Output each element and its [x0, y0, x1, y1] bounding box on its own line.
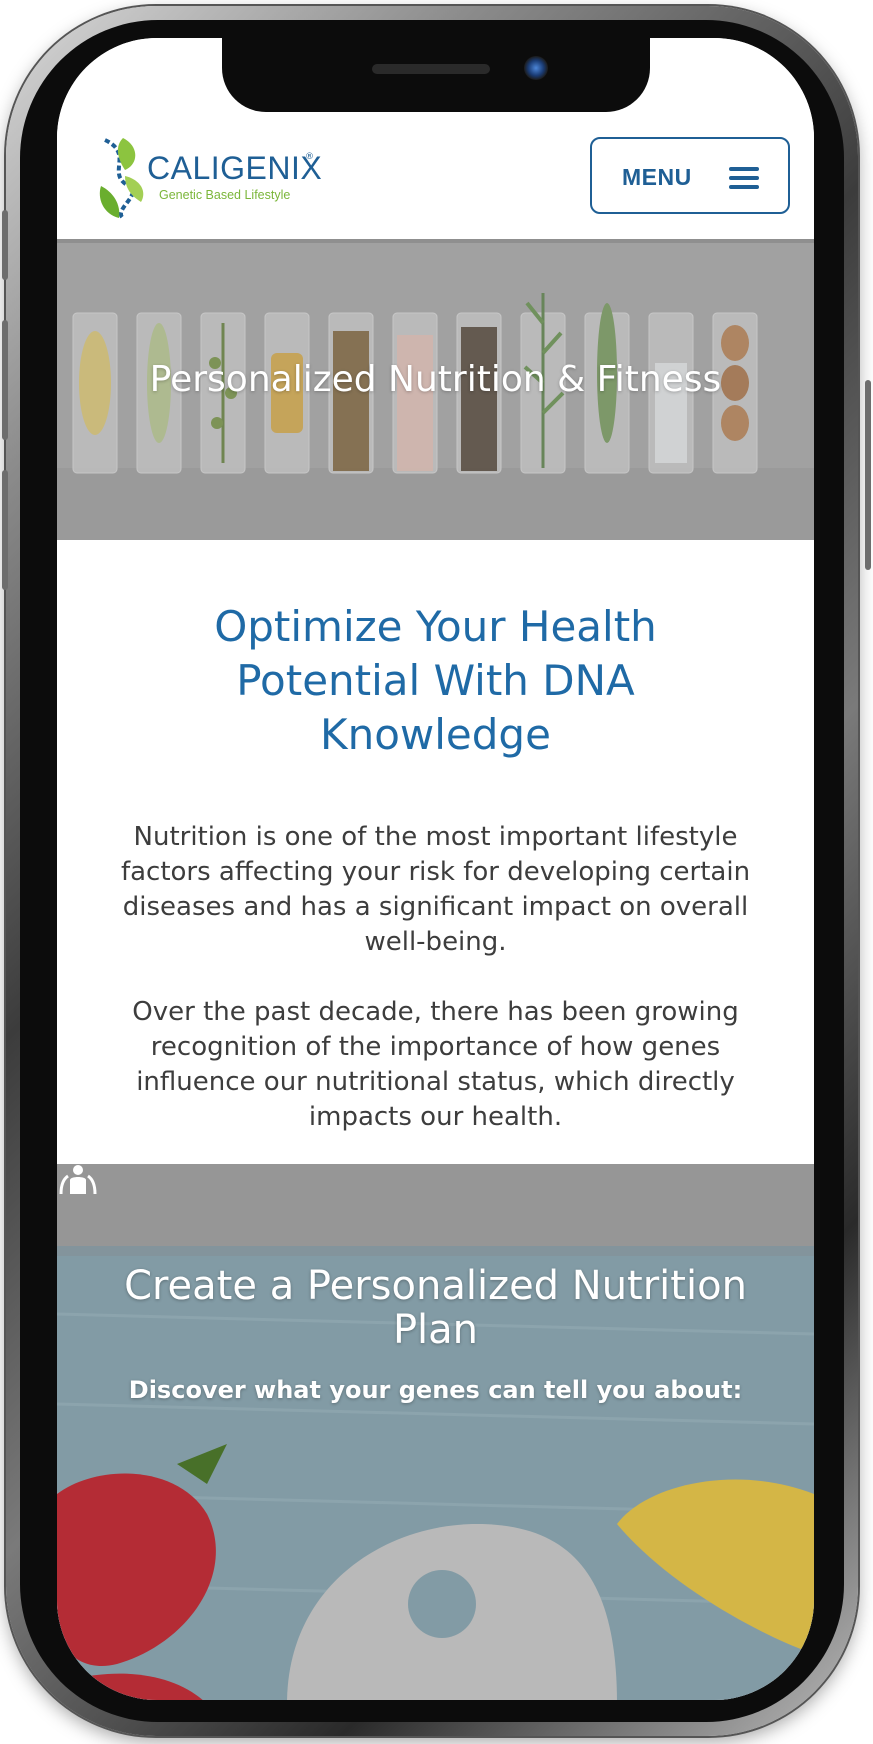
nutrition-plan-section: Create a Personalized Nutrition Plan Dis… [57, 1164, 814, 1700]
intro-heading: Optimize Your Health Potential With DNA … [214, 602, 657, 759]
hero-banner: Personalized Nutrition & Fitness [57, 239, 814, 544]
person-icon [59, 1165, 97, 1194]
menu-button-label: MENU [622, 164, 692, 190]
dna-leaf-logo-icon [99, 138, 144, 220]
registered-mark: ® [305, 152, 314, 162]
speaker-grille [372, 64, 490, 74]
plan-title: Create a Personalized Nutrition Plan [124, 1263, 747, 1353]
phone-screen: CALIGENIX ® Genetic Based Lifestyle MENU [57, 38, 814, 1700]
site-logo[interactable]: CALIGENIX ® Genetic Based Lifestyle [95, 136, 323, 220]
phone-notch [222, 38, 650, 112]
intro-section: Optimize Your Health Potential With DNA … [57, 540, 814, 1205]
phone-power-button [865, 380, 871, 570]
camera-icon [524, 56, 548, 80]
menu-button[interactable]: MENU [590, 137, 790, 214]
brand-name: CALIGENIX [147, 150, 323, 186]
phone-volume-down-button [2, 470, 8, 590]
intro-paragraph-2: Over the past decade, there has been gro… [132, 997, 739, 1132]
plan-subtitle: Discover what your genes can tell you ab… [128, 1376, 743, 1404]
hamburger-icon [729, 167, 759, 189]
intro-paragraph-1: Nutrition is one of the most important l… [120, 822, 751, 957]
phone-volume-up-button [2, 320, 8, 440]
hero-title: Personalized Nutrition & Fitness [149, 359, 722, 400]
phone-side-button [2, 210, 8, 280]
brand-tagline: Genetic Based Lifestyle [159, 188, 291, 202]
fruit-background-image [57, 1164, 814, 1700]
